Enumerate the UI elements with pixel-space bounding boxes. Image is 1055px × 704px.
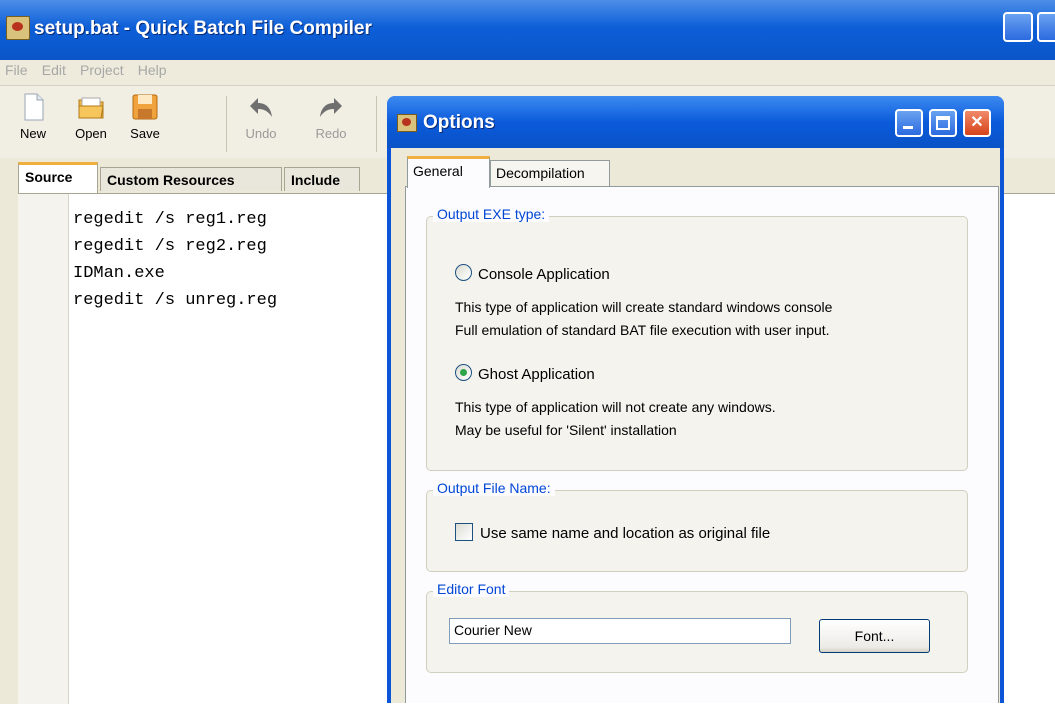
toolbar-separator bbox=[376, 96, 377, 152]
undo-arrow-icon bbox=[250, 98, 272, 117]
menu-help[interactable]: Help bbox=[133, 60, 172, 80]
editor-gutter bbox=[18, 194, 69, 704]
editor-font-group: Editor Font Courier New Font... bbox=[426, 581, 968, 673]
redo-arrow-icon bbox=[320, 98, 342, 117]
ghost-application-radio[interactable]: Ghost Application bbox=[455, 364, 595, 383]
ghost-description: This type of application will not create… bbox=[455, 399, 776, 438]
checkbox[interactable] bbox=[455, 523, 473, 541]
dialog-minimize-button[interactable] bbox=[895, 109, 923, 137]
tab-source[interactable]: Source bbox=[18, 162, 98, 193]
new-file-icon bbox=[24, 93, 44, 121]
options-dialog: Options ✕ General Decompilation Output E… bbox=[387, 96, 1004, 703]
undo-button[interactable]: Undo bbox=[236, 92, 286, 141]
open-button[interactable]: Open bbox=[66, 92, 116, 141]
font-button[interactable]: Font... bbox=[819, 619, 930, 653]
tab-custom-resources[interactable]: Custom Resources bbox=[100, 167, 282, 191]
editor-code: regedit /s reg1.reg regedit /s reg2.reg … bbox=[73, 206, 277, 314]
menu-edit[interactable]: Edit bbox=[37, 60, 71, 80]
app-icon bbox=[6, 16, 30, 40]
menu-project[interactable]: Project bbox=[75, 60, 129, 80]
tab-include[interactable]: Include bbox=[284, 167, 360, 191]
output-file-group: Output File Name: Use same name and loca… bbox=[426, 480, 968, 572]
main-titlebar[interactable]: setup.bat - Quick Batch File Compiler bbox=[0, 0, 1055, 60]
menu-bar: File Edit Project Help bbox=[0, 60, 1055, 86]
code-line: regedit /s unreg.reg bbox=[73, 291, 278, 310]
code-line: regedit /s reg1.reg bbox=[73, 210, 267, 229]
font-name-field[interactable]: Courier New bbox=[449, 618, 791, 644]
save-button[interactable]: Save bbox=[120, 92, 170, 141]
group-legend: Output EXE type: bbox=[433, 206, 550, 222]
redo-button[interactable]: Redo bbox=[306, 92, 356, 141]
menu-file[interactable]: File bbox=[0, 60, 33, 80]
minimize-button[interactable] bbox=[1003, 12, 1033, 42]
radio-button[interactable] bbox=[455, 264, 472, 281]
code-line: regedit /s reg2.reg bbox=[73, 237, 267, 256]
window-title: setup.bat - Quick Batch File Compiler bbox=[34, 18, 372, 39]
tab-general[interactable]: General bbox=[407, 156, 490, 188]
minimize-icon bbox=[903, 126, 913, 129]
console-description: This type of application will create sta… bbox=[455, 299, 833, 338]
output-exe-group: Output EXE type: Console Application Thi… bbox=[426, 206, 968, 471]
dialog-body: General Decompilation Output EXE type: C… bbox=[391, 148, 1000, 703]
maximize-icon bbox=[936, 116, 950, 130]
dialog-title: Options bbox=[423, 112, 495, 133]
open-folder-icon bbox=[78, 97, 104, 119]
close-icon: ✕ bbox=[970, 114, 984, 131]
dialog-maximize-button[interactable] bbox=[929, 109, 957, 137]
toolbar-separator bbox=[226, 96, 227, 152]
dialog-close-button[interactable]: ✕ bbox=[963, 109, 991, 137]
app-icon bbox=[397, 114, 417, 132]
tab-decompilation[interactable]: Decompilation bbox=[490, 160, 610, 187]
radio-button-selected[interactable] bbox=[455, 364, 472, 381]
maximize-button[interactable] bbox=[1037, 12, 1055, 42]
same-name-checkbox[interactable]: Use same name and location as original f… bbox=[455, 523, 770, 542]
new-button[interactable]: New bbox=[8, 92, 58, 141]
save-disk-icon bbox=[132, 94, 158, 120]
group-legend: Output File Name: bbox=[433, 480, 555, 496]
dialog-titlebar[interactable]: Options ✕ bbox=[387, 96, 1004, 148]
console-application-radio[interactable]: Console Application bbox=[455, 264, 610, 283]
code-line: IDMan.exe bbox=[73, 264, 165, 283]
general-panel: Output EXE type: Console Application Thi… bbox=[405, 186, 999, 703]
group-legend: Editor Font bbox=[433, 581, 510, 597]
